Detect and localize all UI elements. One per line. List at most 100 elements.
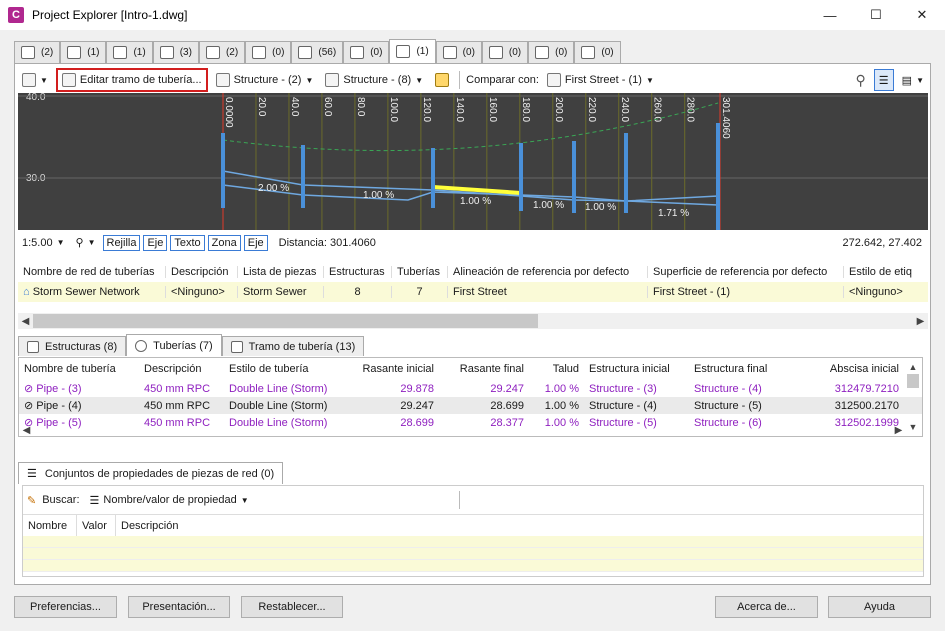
tab-sites[interactable]: (1) (60, 41, 107, 63)
lock-button[interactable] (431, 69, 453, 91)
structure-mark[interactable] (221, 133, 225, 208)
maximize-button[interactable]: ☐ (853, 0, 899, 30)
profile-view[interactable]: 40.0 30.0 0.0000 20.0 40.0 60.0 80.0 100.0 120… (18, 93, 928, 230)
surface-icon (113, 46, 128, 59)
network-hscrollbar[interactable]: ◀ ▶ (18, 313, 928, 329)
layout-button[interactable]: ▤ ▼ (898, 69, 928, 91)
compare-select[interactable]: First Street - (1) ▼ (543, 69, 658, 91)
tab-feature-lines[interactable]: (0) (245, 41, 292, 63)
column-header[interactable]: Lista de piezas (238, 266, 324, 278)
slope-label: 1.00 % (363, 190, 394, 201)
chevron-up-icon[interactable]: ▲ (909, 362, 918, 372)
table-row[interactable]: ⊘ Pipe - (3) 450 mm RPC Double Line (Sto… (19, 380, 922, 397)
parcel-icon (205, 46, 220, 59)
tab-assemblies[interactable]: (0) (481, 41, 529, 63)
structure-mark[interactable] (624, 133, 628, 213)
tab-sample-lines[interactable]: (0) (343, 41, 390, 63)
text-toggle[interactable]: Texto (170, 234, 205, 251)
column-header[interactable]: Descripción (166, 266, 238, 278)
network-grid-header: Nombre de red de tuberías Descripción Li… (18, 262, 928, 282)
tab-corridors[interactable]: (56) (291, 41, 344, 63)
zoom-button[interactable]: ⚲ (852, 69, 870, 91)
chevron-left-icon[interactable]: ◀ (18, 316, 33, 327)
tab-profile-views[interactable]: (3) (152, 41, 199, 63)
column-header[interactable]: Estructura inicial (584, 363, 689, 375)
column-header[interactable]: Estructura final (689, 363, 794, 375)
edit-properties-icon[interactable]: ✎ (27, 494, 36, 507)
tab-count: (2) (225, 47, 239, 58)
column-header[interactable]: Nombre de tubería (19, 363, 139, 375)
table-row[interactable]: ⊘ Pipe - (4) 450 mm RPC Double Line (Sto… (19, 397, 922, 414)
search-mode-select[interactable]: ☰ Nombre/valor de propiedad ▼ (86, 489, 253, 511)
column-header[interactable]: Valor (77, 515, 116, 536)
pipe-icon (135, 339, 148, 352)
chevron-left-icon[interactable]: ◀ (19, 425, 34, 436)
presentation-button[interactable]: Presentación... (128, 596, 230, 618)
column-header[interactable]: Estilo de etiq (844, 266, 928, 278)
table-cell: 312500.2170 (834, 399, 899, 412)
zoom-select[interactable]: ⚲ ▼ (72, 232, 100, 254)
column-header[interactable]: Abscisa inicial (794, 363, 904, 375)
network-tools-button[interactable]: ▼ (18, 69, 52, 91)
tab-catchments[interactable]: (0) (528, 41, 575, 63)
tab-count: (2) (41, 47, 54, 58)
column-header[interactable]: Descripción (139, 363, 224, 375)
scroll-thumb[interactable] (33, 314, 538, 328)
tab-count: (0) (555, 47, 568, 58)
column-header[interactable]: Tuberías (392, 266, 448, 278)
edit-pipe-run-button[interactable]: Editar tramo de tubería... (55, 68, 208, 92)
zone-toggle[interactable]: Zona (207, 234, 241, 251)
minimize-button[interactable]: — (807, 0, 853, 30)
tab-alignments[interactable]: (2) (14, 41, 61, 63)
structure-a-select[interactable]: Structure - (2) ▼ (212, 69, 318, 91)
tab-pipes[interactable]: Tuberías (7) (126, 334, 222, 356)
preferences-button[interactable]: Preferencias... (14, 596, 117, 618)
about-button[interactable]: Acerca de... (715, 596, 818, 618)
tab-pipe-networks[interactable]: (1) (389, 39, 436, 63)
help-button[interactable]: Ayuda (828, 596, 931, 618)
table-cell: 450 mm RPC (144, 399, 211, 412)
window-title: Project Explorer [Intro-1.dwg] (32, 8, 188, 22)
tab-parcels[interactable]: (2) (198, 41, 246, 63)
structure-mark[interactable] (716, 123, 720, 230)
structure-mark[interactable] (431, 148, 435, 208)
tab-structures[interactable]: Estructuras (8) (18, 336, 127, 356)
column-header[interactable]: Nombre de red de tuberías (18, 266, 166, 278)
column-header[interactable]: Estructuras (324, 266, 392, 278)
reset-button[interactable]: Restablecer... (241, 596, 343, 618)
tab-data-shortcuts[interactable]: (0) (574, 41, 621, 63)
tab-label: Conjuntos de propiedades de piezas de re… (44, 467, 275, 480)
table-row[interactable]: ⌂ Storm Sewer Network <Ninguno> Storm Se… (18, 282, 928, 302)
table-cell: 7 (392, 286, 448, 298)
surface-compare-icon (546, 73, 561, 87)
network-grid: Nombre de red de tuberías Descripción Li… (18, 262, 928, 312)
pipes-vscrollbar[interactable]: ▲ ▼ (906, 362, 920, 432)
tab-pressure-networks[interactable]: (0) (435, 41, 482, 63)
tab-surfaces[interactable]: (1) (106, 41, 153, 63)
column-header[interactable]: Rasante inicial (344, 363, 439, 375)
list-view-button[interactable]: ☰ (873, 69, 894, 91)
station-label: 301.4060 (720, 97, 731, 139)
column-header[interactable]: Alineación de referencia por defecto (448, 266, 648, 278)
structure-b-select[interactable]: Structure - (8) ▼ (321, 69, 427, 91)
close-button[interactable]: ✕ (899, 0, 945, 30)
column-header[interactable]: Nombre (23, 515, 77, 536)
chevron-right-icon[interactable]: ▶ (891, 425, 906, 436)
axis2-toggle[interactable]: Eje (243, 234, 268, 251)
structure-mark[interactable] (572, 141, 576, 213)
tab-property-sets[interactable]: ☰ Conjuntos de propiedades de piezas de … (18, 462, 284, 484)
axis-toggle[interactable]: Eje (143, 234, 168, 251)
column-header[interactable]: Rasante final (439, 363, 529, 375)
pipes-hscrollbar[interactable]: ◀ ▶ (19, 424, 922, 436)
scroll-thumb[interactable] (907, 374, 919, 388)
column-header[interactable]: Talud (529, 363, 584, 375)
scale-select[interactable]: 1:5.00 ▼ (18, 232, 69, 254)
chevron-right-icon[interactable]: ▶ (913, 316, 928, 327)
grid-toggle[interactable]: Rejilla (102, 234, 141, 251)
tab-pipe-runs[interactable]: Tramo de tubería (13) (221, 336, 365, 356)
structure-mark[interactable] (301, 145, 305, 208)
structure-mark[interactable] (519, 143, 523, 211)
column-header[interactable]: Estilo de tubería (224, 363, 344, 375)
column-header[interactable]: Superficie de referencia por defecto (648, 266, 844, 278)
column-header[interactable]: Descripción (116, 515, 921, 536)
